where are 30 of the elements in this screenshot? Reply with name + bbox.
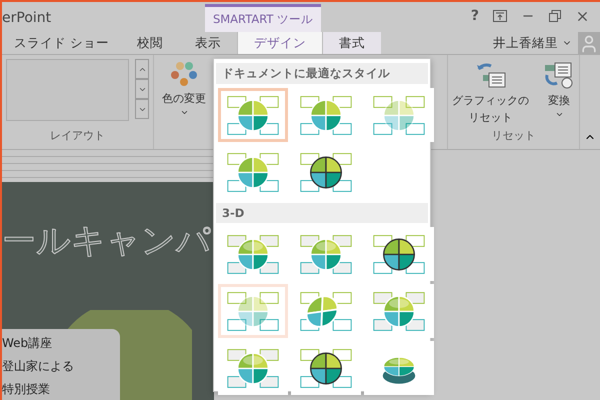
text-line: Web講座 (2, 335, 54, 352)
reset-graphic-button[interactable]: グラフィックの リセット (448, 59, 533, 128)
text-line: 特別授業 (2, 381, 51, 398)
group-label: レイアウト (49, 128, 106, 144)
contextual-tab-header: SMARTART ツール (205, 4, 321, 32)
color-dots-icon (169, 61, 199, 89)
group-label: リセット (490, 128, 536, 144)
gallery-heading: 3-D (216, 203, 428, 223)
scroll-up-button[interactable] (135, 59, 149, 79)
change-colors-button[interactable]: 色の変更 (158, 59, 210, 119)
slide-title: ールキャンパ (2, 220, 212, 263)
app-title: erPoint (2, 10, 52, 28)
ribbon-tab[interactable]: 校閲 (120, 32, 179, 54)
caret-icon (554, 110, 564, 119)
ribbon-tab[interactable]: 表示 (178, 32, 237, 54)
convert-button[interactable]: 変換 (539, 59, 579, 128)
ribbon-tab[interactable]: 書式 (322, 32, 381, 54)
help-button[interactable]: ? (470, 8, 479, 24)
caret-icon (180, 108, 188, 117)
user-menu[interactable]: 井上香緒里 (487, 32, 578, 54)
gallery-heading: ドキュメントに最適なスタイル (216, 63, 428, 84)
more-button[interactable] (135, 99, 149, 119)
ribbon-tab[interactable]: スライド ショー (2, 32, 121, 54)
restore-icon[interactable] (549, 10, 561, 22)
ribbon-tab[interactable]: デザイン (236, 32, 323, 54)
scroll-down-button[interactable] (135, 79, 149, 99)
ribbon-display-icon[interactable] (493, 10, 507, 22)
avatar-icon[interactable] (578, 32, 600, 54)
text-line: 登山家による (2, 358, 75, 375)
convert-icon (543, 61, 575, 91)
